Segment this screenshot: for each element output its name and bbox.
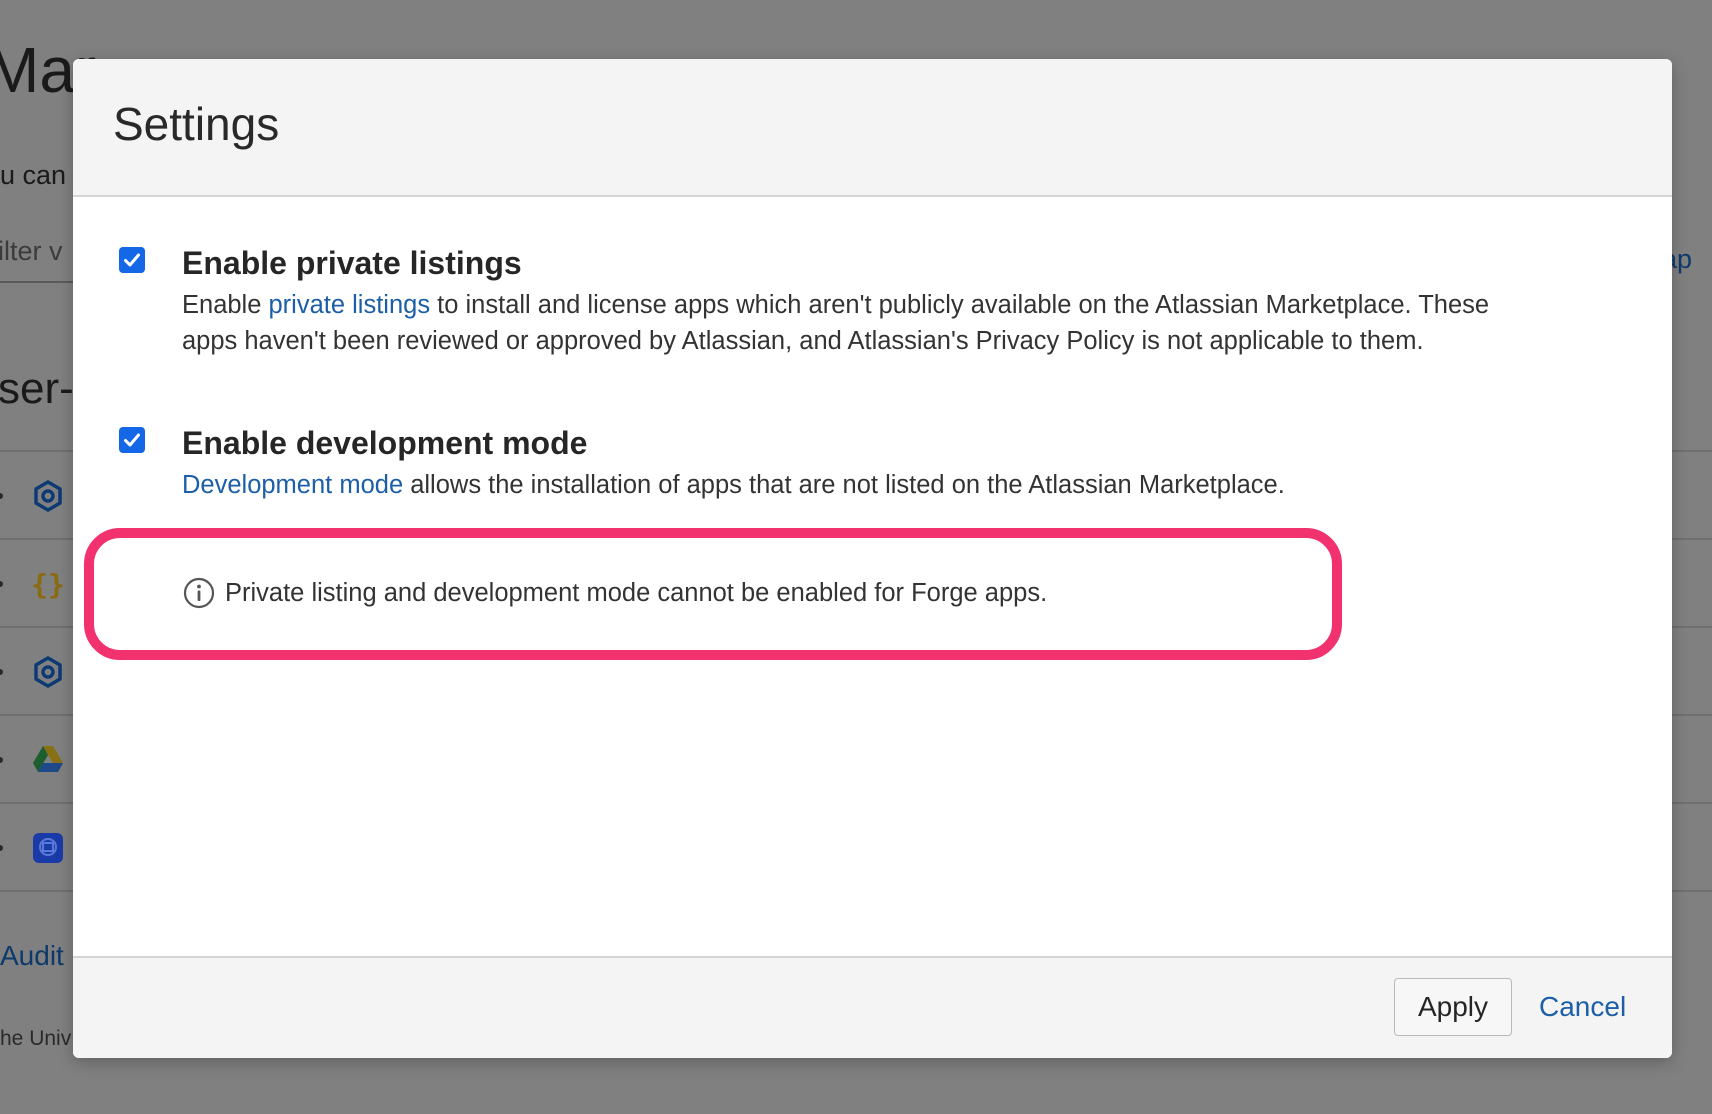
checkmark-icon bbox=[124, 253, 140, 267]
checkmark-icon bbox=[124, 433, 140, 447]
braces-icon: {} bbox=[32, 568, 64, 601]
private-listings-checkbox[interactable] bbox=[119, 247, 145, 273]
hexagon-ring-icon bbox=[32, 480, 64, 512]
svg-text:{}: {} bbox=[32, 568, 64, 601]
background-audit-link: Audit l bbox=[0, 940, 78, 971]
development-mode-desc-suffix: allows the installation of apps that are… bbox=[403, 471, 1285, 499]
dialog-title: Settings bbox=[113, 98, 280, 150]
development-mode-checkbox[interactable] bbox=[119, 427, 145, 453]
background-description: u can bbox=[0, 160, 67, 190]
private-listings-link[interactable]: private listings bbox=[269, 291, 431, 319]
background-filter-input: ilter v bbox=[0, 236, 63, 266]
forge-info-note: Private listing and development mode can… bbox=[183, 577, 1047, 609]
background-section-heading: ser- bbox=[0, 364, 74, 413]
google-drive-icon bbox=[32, 744, 64, 776]
hexagon-ring-icon bbox=[32, 656, 64, 688]
info-icon bbox=[183, 577, 215, 609]
apply-button[interactable]: Apply bbox=[1394, 978, 1512, 1036]
cancel-button[interactable]: Cancel bbox=[1535, 978, 1630, 1036]
dialog-footer: Apply Cancel bbox=[73, 956, 1672, 1058]
background-row-bullet bbox=[0, 581, 3, 587]
private-listings-desc-prefix: Enable bbox=[182, 291, 269, 319]
dialog-body: Enable private listings Enable private l… bbox=[73, 197, 1672, 1015]
forge-info-text: Private listing and development mode can… bbox=[225, 578, 1048, 607]
background-filter-underline bbox=[0, 281, 74, 283]
background-footer-text: he Univ bbox=[0, 1027, 72, 1050]
background-row-bullet bbox=[0, 669, 3, 675]
private-listings-description: Enable private listings to install and l… bbox=[182, 287, 1542, 359]
blue-app-icon bbox=[32, 832, 64, 864]
settings-dialog: Settings Enable private listings Enable … bbox=[73, 59, 1672, 1058]
background-row-bullet bbox=[0, 845, 3, 851]
private-listings-title: Enable private listings bbox=[182, 245, 522, 281]
background-row-bullet bbox=[0, 757, 3, 763]
development-mode-description: Development mode allows the installation… bbox=[182, 467, 1542, 503]
background-row-bullet bbox=[0, 493, 3, 499]
development-mode-link[interactable]: Development mode bbox=[182, 471, 403, 499]
dialog-header: Settings bbox=[73, 59, 1672, 197]
development-mode-title: Enable development mode bbox=[182, 425, 588, 461]
